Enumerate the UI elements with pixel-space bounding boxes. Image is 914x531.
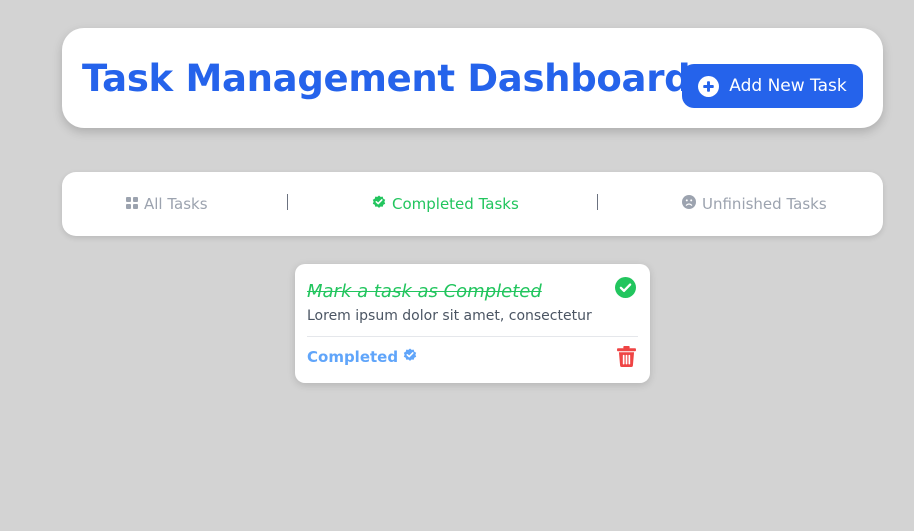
add-new-task-button[interactable]: Add New Task bbox=[682, 64, 863, 108]
task-status: Completed bbox=[307, 348, 417, 366]
verified-badge-icon bbox=[403, 348, 417, 366]
check-circle-icon[interactable] bbox=[615, 277, 636, 302]
filter-tabs: All Tasks Completed Tasks Unfinished Tas… bbox=[62, 172, 883, 236]
tab-divider bbox=[287, 194, 288, 210]
frown-icon bbox=[682, 195, 696, 213]
tab-all-tasks-label: All Tasks bbox=[144, 195, 208, 213]
tab-divider bbox=[597, 194, 598, 210]
plus-circle-icon bbox=[698, 75, 720, 97]
task-card: Mark a task as Completed Lorem ipsum dol… bbox=[295, 264, 650, 383]
task-divider bbox=[307, 336, 638, 337]
tab-unfinished-tasks-label: Unfinished Tasks bbox=[702, 195, 827, 213]
add-new-task-label: Add New Task bbox=[729, 76, 847, 96]
header-card: Task Management Dashboard Add New Task bbox=[62, 28, 883, 128]
task-title: Mark a task as Completed bbox=[307, 281, 542, 302]
check-badge-icon bbox=[372, 195, 386, 213]
tab-completed-tasks[interactable]: Completed Tasks bbox=[372, 172, 519, 236]
grid-icon bbox=[126, 195, 138, 213]
trash-icon[interactable] bbox=[617, 346, 636, 371]
tab-unfinished-tasks[interactable]: Unfinished Tasks bbox=[682, 172, 827, 236]
tab-completed-tasks-label: Completed Tasks bbox=[392, 195, 519, 213]
page-title: Task Management Dashboard bbox=[82, 57, 691, 100]
task-description: Lorem ipsum dolor sit amet, consectetur bbox=[307, 308, 592, 324]
task-status-label: Completed bbox=[307, 348, 399, 366]
tab-all-tasks[interactable]: All Tasks bbox=[126, 172, 208, 236]
